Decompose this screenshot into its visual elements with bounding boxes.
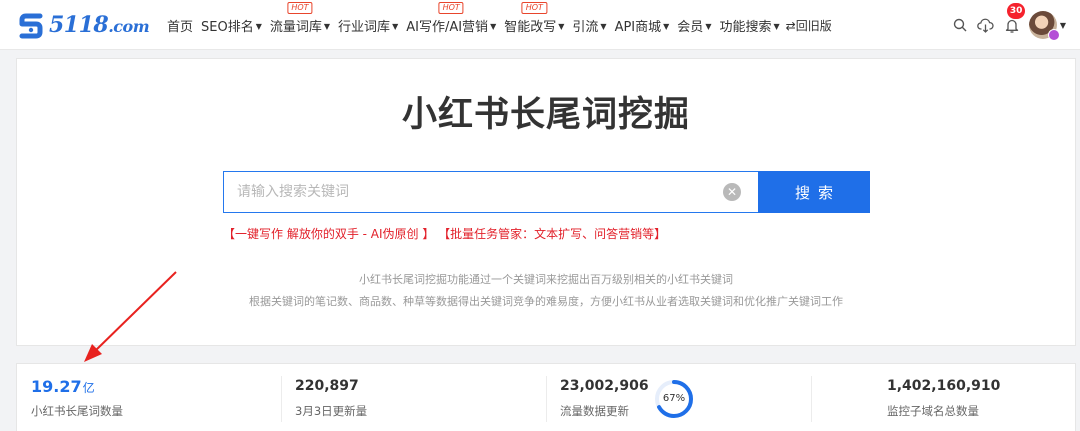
logo-wordmark: 5118.com: [49, 12, 150, 38]
caret-down-icon: ▼: [392, 21, 399, 31]
nav-item-label: 流量词库: [269, 19, 322, 35]
nav-item-3[interactable]: 行业词库 ▼: [338, 16, 398, 35]
stat-value: 220,897: [295, 378, 359, 394]
stat-label: 小红书长尾词数量: [31, 404, 123, 418]
feature-description-detail: 根据关键词的笔记数、商品数、种草等数据得出关键词竞争的难易度，方便小红书从业者选…: [249, 295, 843, 308]
nav-item-label: AI写作/AI营销: [406, 19, 489, 35]
caret-down-icon: ▼: [490, 21, 497, 31]
stat-value: 1,402,160,910: [887, 378, 1001, 394]
nav-item-5[interactable]: 智能改写 ▼ HOT: [504, 1, 565, 35]
top-navbar: 5118.com 首页 SEO排名 ▼ 流量词库 ▼ HOT 行业词库 ▼ AI写作/AI营销 ▼…: [0, 0, 1080, 50]
nav-item-label: 行业词库: [338, 19, 391, 35]
vip-badge-icon: [1047, 29, 1060, 41]
batch-task-promo-link[interactable]: 【批量任务管家：文本扩写、问答营销等】: [438, 227, 666, 241]
notification-badge: 30: [1006, 3, 1026, 19]
progress-ring-label: 67%: [662, 393, 686, 404]
caret-down-icon: ▼: [323, 21, 331, 31]
nav-toolbar: 30 ▼: [945, 0, 1066, 50]
nav-item-6[interactable]: 引流 ▼: [572, 16, 606, 35]
nav-item-0[interactable]: 首页: [167, 16, 193, 35]
hot-badge: HOT: [438, 1, 464, 14]
divider: [546, 376, 547, 422]
feature-description: 小红书长尾词挖掘功能通过一个关键词来挖掘出百万级别相关的小红书关键词: [359, 273, 733, 286]
nav-item-label: 智能改写: [504, 19, 557, 35]
logo-mark-icon: [19, 13, 43, 39]
hot-badge: HOT: [521, 1, 547, 14]
hot-badge: HOT: [287, 1, 313, 14]
stats-bar: 19.27亿 小红书长尾词数量 220,897 3月3日更新量 23,002,9…: [16, 363, 1076, 431]
main-nav: 首页 SEO排名 ▼ 流量词库 ▼ HOT 行业词库 ▼ AI写作/AI营销 ▼ HOT 智能改写 ▼ H…: [167, 0, 840, 50]
caret-down-icon: ▼: [255, 21, 262, 31]
nav-item-7[interactable]: API商城 ▼: [615, 16, 670, 35]
nav-item-2[interactable]: 流量词库 ▼ HOT: [269, 1, 331, 35]
divider: [811, 376, 812, 422]
search-card: 小红书长尾词挖掘 ✕ 搜索 【一键写作 解放你的双手 - AI伪原创 】 【批量…: [16, 58, 1076, 346]
search-icon[interactable]: [949, 14, 971, 36]
back-to-old-version-link[interactable]: ⇄回旧版: [786, 17, 832, 34]
clear-input-icon[interactable]: ✕: [723, 183, 741, 201]
caret-down-icon: ▼: [600, 21, 607, 31]
nav-item-label: API商城: [614, 19, 662, 35]
stat-label: 流量数据更新: [560, 404, 629, 418]
caret-down-icon: ▼: [773, 21, 780, 31]
stat-value: 23,002,906: [560, 378, 649, 394]
divider: [281, 376, 282, 422]
nav-item-9[interactable]: 功能搜索 ▼: [719, 16, 779, 35]
chevron-down-icon[interactable]: ▼: [1060, 21, 1066, 30]
nav-item-label: 引流: [572, 19, 599, 35]
search-input[interactable]: [223, 171, 759, 213]
user-avatar[interactable]: [1028, 11, 1060, 41]
cloud-download-icon[interactable]: [975, 14, 997, 36]
page-title: 小红书长尾词挖掘: [401, 95, 690, 135]
stat-label: 3月3日更新量: [295, 404, 368, 418]
ai-writing-promo-link[interactable]: 【一键写作 解放你的双手 - AI伪原创 】: [223, 227, 434, 241]
caret-down-icon: ▼: [663, 21, 670, 31]
site-logo[interactable]: 5118.com: [16, 9, 150, 41]
nav-item-label: 会员: [677, 19, 704, 35]
nav-item-4[interactable]: AI写作/AI营销 ▼ HOT: [406, 1, 497, 35]
caret-down-icon: ▼: [558, 21, 565, 31]
stat-label: 监控子域名总数量: [887, 404, 979, 418]
notification-bell-icon[interactable]: 30: [1001, 3, 1026, 36]
caret-down-icon: ▼: [705, 21, 712, 31]
nav-item-label: SEO排名: [201, 19, 254, 35]
nav-item-8[interactable]: 会员 ▼: [677, 16, 711, 35]
nav-item-label: 功能搜索: [719, 19, 772, 35]
nav-item-label: 首页: [167, 19, 194, 35]
search-button[interactable]: 搜索: [758, 171, 870, 213]
promo-links: 【一键写作 解放你的双手 - AI伪原创 】 【批量任务管家：文本扩写、问答营销…: [223, 225, 666, 242]
stat-value: 19.27亿: [31, 377, 95, 396]
nav-item-1[interactable]: SEO排名 ▼: [201, 16, 262, 35]
